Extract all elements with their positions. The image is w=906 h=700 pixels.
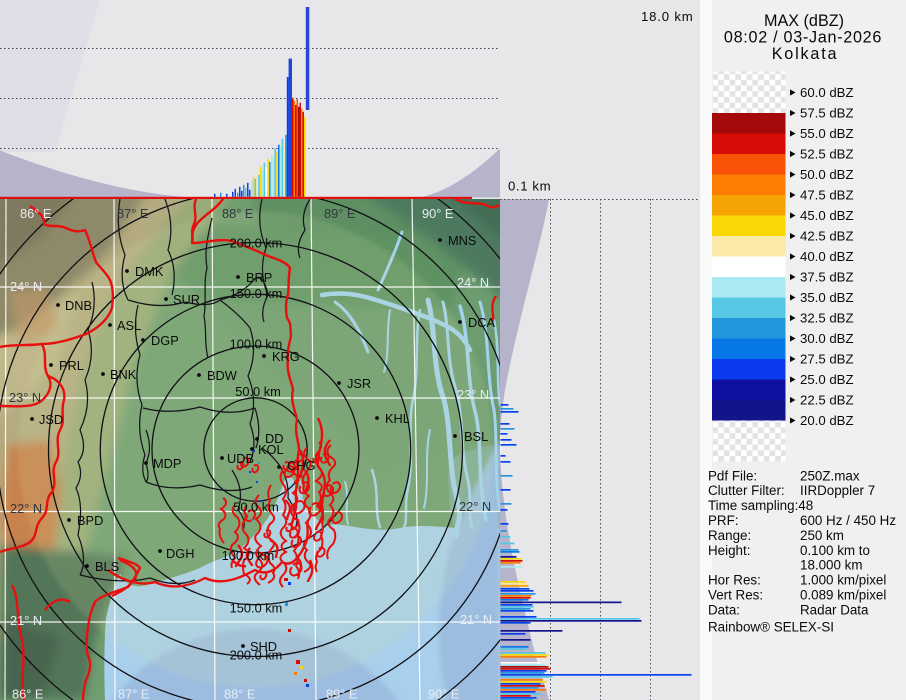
svg-text:Clutter Filter:: Clutter Filter: bbox=[708, 483, 785, 498]
svg-text:08:02 / 03-Jan-2026: 08:02 / 03-Jan-2026 bbox=[724, 29, 882, 47]
svg-text:Range:: Range: bbox=[708, 528, 751, 543]
svg-text:87° E: 87° E bbox=[118, 687, 149, 700]
svg-text:60.0 dBZ: 60.0 dBZ bbox=[800, 85, 854, 100]
svg-text:40.0 dBZ: 40.0 dBZ bbox=[800, 249, 854, 264]
svg-text:90° E: 90° E bbox=[428, 687, 459, 700]
svg-text:100.0 km: 100.0 km bbox=[230, 337, 283, 352]
svg-text:KOL: KOL bbox=[258, 442, 284, 457]
svg-text:32.5 dBZ: 32.5 dBZ bbox=[800, 311, 854, 326]
svg-text:18.000 km: 18.000 km bbox=[800, 558, 863, 573]
svg-text:21° N: 21° N bbox=[460, 612, 492, 627]
svg-text:150.0 km: 150.0 km bbox=[230, 601, 283, 616]
svg-text:PRL: PRL bbox=[59, 358, 84, 373]
svg-text:200.0 km: 200.0 km bbox=[230, 648, 283, 663]
svg-text:Kolkata: Kolkata bbox=[772, 45, 839, 63]
svg-text:Vert Res:: Vert Res: bbox=[708, 588, 763, 603]
svg-text:45.0 dBZ: 45.0 dBZ bbox=[800, 208, 854, 223]
svg-text:89° E: 89° E bbox=[324, 206, 355, 221]
svg-text:250Z.max: 250Z.max bbox=[800, 468, 860, 483]
svg-text:DCA: DCA bbox=[468, 315, 495, 330]
svg-text:JSD: JSD bbox=[39, 412, 63, 427]
svg-text:35.0 dBZ: 35.0 dBZ bbox=[800, 290, 854, 305]
svg-text:18.0 km: 18.0 km bbox=[641, 9, 694, 24]
svg-text:250 km: 250 km bbox=[800, 528, 844, 543]
svg-text:86° E: 86° E bbox=[12, 687, 43, 700]
svg-text:100.0 km: 100.0 km bbox=[222, 548, 275, 563]
svg-text:BRP: BRP bbox=[246, 270, 272, 285]
svg-text:0.100 km to: 0.100 km to bbox=[800, 543, 870, 558]
svg-text:21° N: 21° N bbox=[10, 613, 42, 628]
svg-text:BPD: BPD bbox=[77, 513, 103, 528]
svg-text:Data:: Data: bbox=[708, 602, 740, 617]
svg-text:DGH: DGH bbox=[166, 546, 194, 561]
svg-text:KHL: KHL bbox=[385, 411, 410, 426]
svg-text:Time sampling:48: Time sampling:48 bbox=[708, 498, 813, 513]
svg-text:50.0 km: 50.0 km bbox=[233, 500, 279, 515]
svg-text:23° N: 23° N bbox=[457, 387, 489, 402]
svg-text:88° E: 88° E bbox=[224, 687, 255, 700]
svg-text:BSL: BSL bbox=[464, 429, 488, 444]
svg-text:Pdf File:: Pdf File: bbox=[708, 468, 757, 483]
svg-text:37.5 dBZ: 37.5 dBZ bbox=[800, 270, 854, 285]
svg-text:MNS: MNS bbox=[448, 233, 476, 248]
svg-text:Radar Data: Radar Data bbox=[800, 602, 869, 617]
svg-text:30.0 dBZ: 30.0 dBZ bbox=[800, 331, 854, 346]
svg-text:Hor Res:: Hor Res: bbox=[708, 573, 761, 588]
svg-text:200.0 km: 200.0 km bbox=[230, 236, 283, 251]
svg-text:90° E: 90° E bbox=[422, 206, 453, 221]
svg-text:JSR: JSR bbox=[347, 376, 371, 391]
svg-text:22° N: 22° N bbox=[10, 501, 42, 516]
svg-text:CHG: CHG bbox=[287, 458, 315, 473]
svg-text:86° E: 86° E bbox=[20, 206, 51, 221]
svg-text:20.0 dBZ: 20.0 dBZ bbox=[800, 413, 854, 428]
svg-text:42.5 dBZ: 42.5 dBZ bbox=[800, 229, 854, 244]
svg-text:50.0 dBZ: 50.0 dBZ bbox=[800, 167, 854, 182]
svg-text:23° N: 23° N bbox=[9, 390, 41, 405]
svg-text:MAX (dBZ): MAX (dBZ) bbox=[764, 12, 844, 30]
svg-text:BNK: BNK bbox=[110, 367, 137, 382]
svg-text:89° E: 89° E bbox=[326, 687, 357, 700]
svg-text:50.0 km: 50.0 km bbox=[235, 384, 281, 399]
svg-text:DMK: DMK bbox=[135, 264, 164, 279]
svg-text:Rainbow® SELEX-SI: Rainbow® SELEX-SI bbox=[708, 620, 834, 635]
svg-text:UDB: UDB bbox=[227, 451, 254, 466]
svg-text:PRF:: PRF: bbox=[708, 513, 739, 528]
svg-text:25.0 dBZ: 25.0 dBZ bbox=[800, 372, 854, 387]
svg-text:150.0 km: 150.0 km bbox=[230, 286, 283, 301]
svg-text:Height:: Height: bbox=[708, 543, 750, 558]
svg-text:DNB: DNB bbox=[65, 298, 92, 313]
svg-text:SUR: SUR bbox=[173, 292, 200, 307]
svg-text:55.0 dBZ: 55.0 dBZ bbox=[800, 126, 854, 141]
svg-text:IIRDoppler 7: IIRDoppler 7 bbox=[800, 483, 875, 498]
svg-text:87° E: 87° E bbox=[117, 206, 148, 221]
svg-text:57.5 dBZ: 57.5 dBZ bbox=[800, 106, 854, 121]
svg-text:ASL: ASL bbox=[117, 318, 141, 333]
svg-text:1.000 km/pixel: 1.000 km/pixel bbox=[800, 573, 886, 588]
svg-text:DGP: DGP bbox=[151, 333, 179, 348]
svg-text:MDP: MDP bbox=[153, 456, 181, 471]
svg-text:600 Hz / 450 Hz: 600 Hz / 450 Hz bbox=[800, 513, 896, 528]
svg-text:22.5 dBZ: 22.5 dBZ bbox=[800, 393, 854, 408]
svg-text:0.089 km/pixel: 0.089 km/pixel bbox=[800, 588, 886, 603]
svg-text:24° N: 24° N bbox=[10, 279, 42, 294]
svg-text:BLS: BLS bbox=[95, 559, 119, 574]
svg-text:24° N: 24° N bbox=[457, 275, 489, 290]
svg-text:27.5 dBZ: 27.5 dBZ bbox=[800, 352, 854, 367]
svg-text:22° N: 22° N bbox=[459, 499, 491, 514]
svg-text:0.1 km: 0.1 km bbox=[508, 179, 551, 194]
svg-text:88° E: 88° E bbox=[222, 206, 253, 221]
svg-text:52.5 dBZ: 52.5 dBZ bbox=[800, 147, 854, 162]
svg-text:BDW: BDW bbox=[207, 368, 238, 383]
svg-text:47.5 dBZ: 47.5 dBZ bbox=[800, 188, 854, 203]
